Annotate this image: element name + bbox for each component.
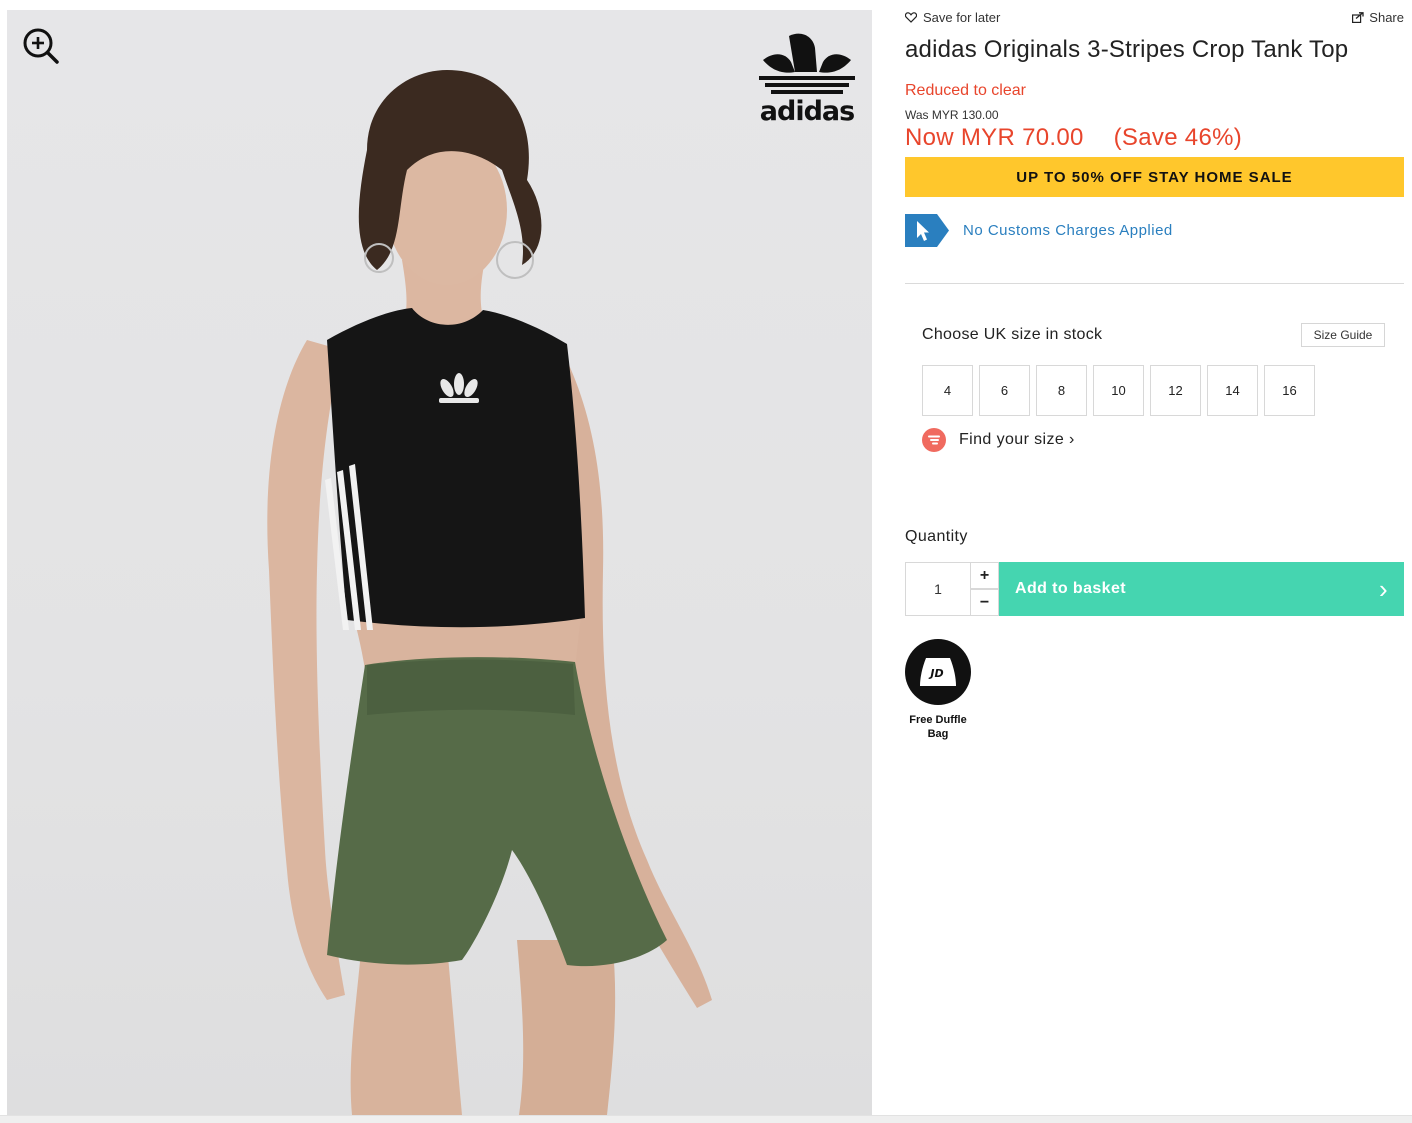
cursor-arrow-icon bbox=[905, 214, 949, 247]
quantity-input[interactable]: 1 bbox=[905, 562, 971, 616]
free-gift-label: Free Duffle Bag bbox=[909, 714, 967, 740]
free-gift[interactable]: JD Free Duffle Bag bbox=[899, 639, 977, 741]
now-price-row: Now MYR 70.00 (Save 46%) bbox=[905, 124, 1242, 152]
quantity-decrease-button[interactable]: − bbox=[971, 589, 999, 616]
product-image-panel[interactable]: adidas bbox=[7, 10, 872, 1115]
fit-finder-icon bbox=[922, 428, 946, 452]
size-option-12[interactable]: 12 bbox=[1150, 365, 1201, 416]
reduced-label: Reduced to clear bbox=[905, 82, 1026, 99]
find-your-size-link[interactable]: Find your size › bbox=[922, 428, 1075, 452]
share-link[interactable]: Share bbox=[1352, 10, 1404, 25]
find-your-size-label: Find your size › bbox=[959, 431, 1075, 448]
gift-badge-text: JD bbox=[928, 667, 943, 680]
add-to-basket-label: Add to basket bbox=[1015, 580, 1126, 597]
customs-text: No Customs Charges Applied bbox=[963, 222, 1173, 239]
size-option-4[interactable]: 4 bbox=[922, 365, 973, 416]
divider bbox=[905, 283, 1404, 284]
add-to-basket-button[interactable]: Add to basket › bbox=[999, 562, 1404, 616]
duffle-bag-icon: JD bbox=[920, 658, 956, 686]
heart-icon bbox=[905, 12, 917, 23]
save-for-later-label: Save for later bbox=[923, 10, 1001, 25]
size-selector: 4 6 8 10 12 14 16 bbox=[922, 365, 1315, 416]
chevron-right-icon: › bbox=[1378, 574, 1388, 604]
zoom-in-icon bbox=[23, 28, 59, 64]
size-heading: Choose UK size in stock bbox=[922, 326, 1103, 343]
was-price: Was MYR 130.00 bbox=[905, 108, 999, 122]
adidas-trefoil-logo: adidas bbox=[755, 26, 859, 127]
product-title: adidas Originals 3-Stripes Crop Tank Top bbox=[905, 36, 1349, 63]
save-percent: (Save 46%) bbox=[1113, 124, 1243, 151]
customs-notice: No Customs Charges Applied bbox=[905, 214, 1173, 247]
share-label: Share bbox=[1369, 10, 1404, 25]
size-option-16[interactable]: 16 bbox=[1264, 365, 1315, 416]
size-option-8[interactable]: 8 bbox=[1036, 365, 1087, 416]
product-photo bbox=[267, 70, 712, 1115]
size-guide-button[interactable]: Size Guide bbox=[1301, 323, 1385, 347]
zoom-button[interactable] bbox=[21, 26, 61, 66]
quantity-increase-button[interactable]: + bbox=[971, 562, 999, 589]
duffle-bag-badge: JD bbox=[905, 639, 971, 705]
sale-banner[interactable]: UP TO 50% OFF STAY HOME SALE bbox=[905, 157, 1404, 197]
size-option-6[interactable]: 6 bbox=[979, 365, 1030, 416]
share-icon bbox=[1352, 12, 1364, 23]
quantity-label: Quantity bbox=[905, 528, 968, 545]
trefoil-icon bbox=[759, 33, 855, 94]
save-for-later-link[interactable]: Save for later bbox=[905, 10, 1000, 25]
size-option-14[interactable]: 14 bbox=[1207, 365, 1258, 416]
now-price: Now MYR 70.00 bbox=[905, 124, 1084, 151]
size-option-10[interactable]: 10 bbox=[1093, 365, 1144, 416]
brand-logo-text: adidas bbox=[759, 96, 855, 127]
